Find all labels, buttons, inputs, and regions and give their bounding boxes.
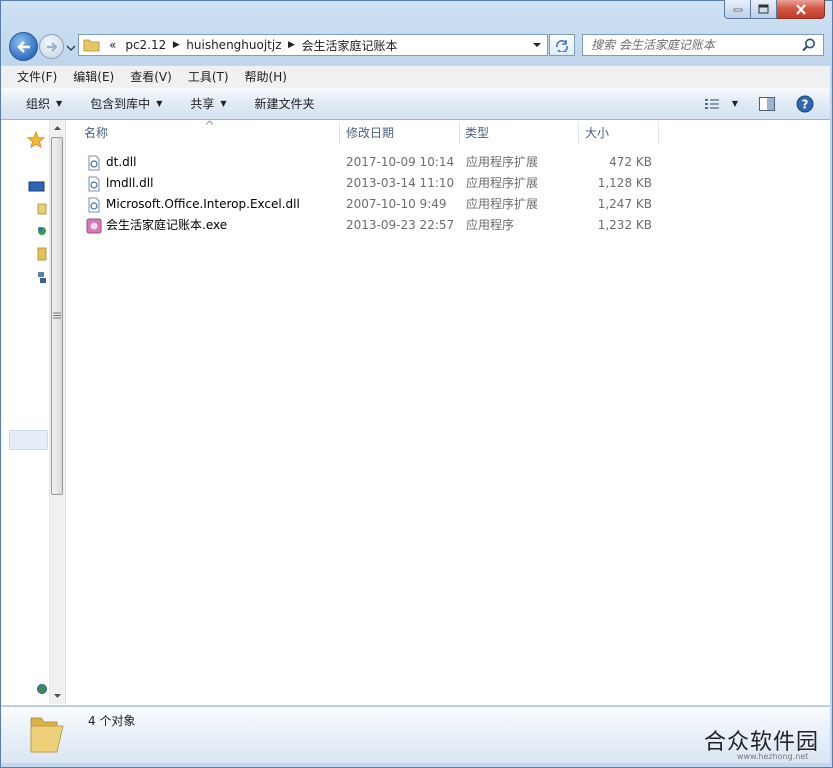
file-type: 应用程序扩展 [466,176,539,190]
chevron-down-icon [66,45,76,51]
refresh-button[interactable] [549,34,575,56]
back-arrow-icon [16,40,30,53]
column-type-label: 类型 [465,126,490,140]
dll-file-icon [86,197,102,213]
command-toolbar: 组织 ▼ 包含到库中 ▼ 共享 ▼ 新建文件夹 ▼ ? [1,88,830,120]
file-size: 1,247 KB [597,197,652,211]
breadcrumb-item[interactable]: pc2.12 [120,38,171,52]
menu-help[interactable]: 帮助(H) [237,67,295,87]
new-folder-label: 新建文件夹 [254,97,315,111]
scroll-down-arrow-icon[interactable] [53,693,62,700]
file-size: 472 KB [609,155,652,169]
include-in-library-label: 包含到库中 [90,97,151,111]
file-row[interactable]: lmdll.dll 2013-03-14 11:10 应用程序扩展 1,128 KB [66,173,666,194]
chevron-down-icon: ▼ [220,99,227,108]
maximize-button[interactable] [751,0,777,19]
file-modified-date: 2017-10-09 10:14 [346,155,455,169]
address-bar[interactable]: « pc2.12 ▶ huishenghuojtjz ▶ 会生活家庭记账本 [78,34,548,56]
menu-edit[interactable]: 编辑(E) [65,67,122,87]
refresh-icon [556,40,568,52]
column-name-label: 名称 [84,126,109,140]
minimize-icon [733,8,742,12]
recent-pages-dropdown[interactable] [66,42,76,52]
file-type: 应用程序扩展 [466,155,539,169]
file-size: 1,232 KB [597,218,652,232]
svg-text:?: ? [802,97,809,111]
menu-bar: 文件(F) 编辑(E) 查看(V) 工具(T) 帮助(H) [1,65,830,88]
app-exe-icon [86,218,102,234]
breadcrumb-item[interactable]: 会生活家庭记账本 [297,37,403,54]
item-count-label: 4 个对象 [88,714,136,728]
desktop-icon[interactable] [28,181,45,193]
search-input[interactable] [583,36,801,54]
column-modified-label: 修改日期 [346,126,395,140]
chevron-down-icon: ▼ [56,99,63,108]
preview-pane-icon [759,96,775,111]
help-icon: ? [796,95,814,112]
column-header-name[interactable]: 名称 [66,122,340,144]
breadcrumb-separator-icon[interactable]: ▶ [171,40,181,50]
file-modified-date: 2013-09-23 22:57 [346,218,455,232]
file-name: lmdll.dll [106,176,154,190]
file-name: Microsoft.Office.Interop.Excel.dll [106,197,300,211]
column-header-modified[interactable]: 修改日期 [328,122,460,144]
breadcrumb-item[interactable]: huishenghuojtjz [181,38,286,52]
scroll-up-arrow-icon[interactable] [53,124,62,131]
file-modified-date: 2013-03-14 11:10 [346,176,455,190]
column-header-size[interactable]: 大小 [567,122,659,144]
chevron-down-icon: ▼ [156,99,163,108]
maximize-icon [758,4,769,14]
organize-button[interactable]: 组织 ▼ [20,92,68,116]
file-row[interactable]: Microsoft.Office.Interop.Excel.dll 2007-1… [66,194,666,215]
computer-folder-icon[interactable] [37,247,47,261]
menu-file[interactable]: 文件(F) [1,67,65,87]
search-box[interactable] [582,34,824,56]
close-button[interactable] [777,0,825,19]
column-header-type[interactable]: 类型 [447,122,579,144]
forward-button[interactable] [39,34,64,59]
share-button[interactable]: 共享 ▼ [184,92,232,116]
homegroup-icon[interactable] [37,225,47,237]
file-type: 应用程序扩展 [466,197,539,211]
folder-icon [83,39,100,52]
preview-pane-button[interactable] [752,92,782,116]
nav-hover-highlight [9,430,48,450]
new-folder-button[interactable]: 新建文件夹 [249,92,321,116]
address-dropdown-icon[interactable] [530,35,544,55]
help-button[interactable]: ? [790,92,820,116]
menu-view[interactable]: 查看(V) [122,67,180,87]
watermark-url: www.hezhong.net [737,752,809,761]
change-view-button[interactable]: ▼ [698,92,744,116]
breadcrumb-separator-icon[interactable]: ▶ [287,40,297,50]
file-type: 应用程序 [466,218,515,232]
file-name: 会生活家庭记账本.exe [106,218,228,232]
organize-label: 组织 [26,97,51,111]
breadcrumb-overflow[interactable]: « [105,38,120,52]
share-label: 共享 [190,97,215,111]
column-size-label: 大小 [585,126,610,140]
favorites-star-icon[interactable] [27,131,45,149]
back-button[interactable] [9,32,38,61]
include-in-library-button[interactable]: 包含到库中 ▼ [84,92,168,116]
libraries-icon[interactable] [37,203,47,215]
file-size: 1,128 KB [597,176,652,190]
sort-ascending-icon [205,120,214,125]
file-modified-date: 2007-10-10 9:49 [346,197,447,211]
dll-file-icon [86,176,102,192]
dll-file-icon [86,155,102,171]
folder-icon [30,717,64,753]
menu-tools[interactable]: 工具(T) [180,67,237,87]
network-globe-icon[interactable] [37,683,47,695]
scroll-grip-icon [53,312,61,319]
minimize-button[interactable] [724,0,751,19]
network-icon[interactable] [37,270,47,284]
chevron-down-icon: ▼ [731,99,738,108]
forward-arrow-icon [46,41,58,52]
search-icon[interactable] [801,37,817,53]
file-row[interactable]: dt.dll 2017-10-09 10:14 应用程序扩展 472 KB [66,152,666,173]
file-row[interactable]: 会生活家庭记账本.exe 2013-09-23 22:57 应用程序 1,232 KB [66,215,666,236]
file-name: dt.dll [106,155,137,169]
close-icon [795,3,806,15]
view-options-icon [704,98,719,109]
